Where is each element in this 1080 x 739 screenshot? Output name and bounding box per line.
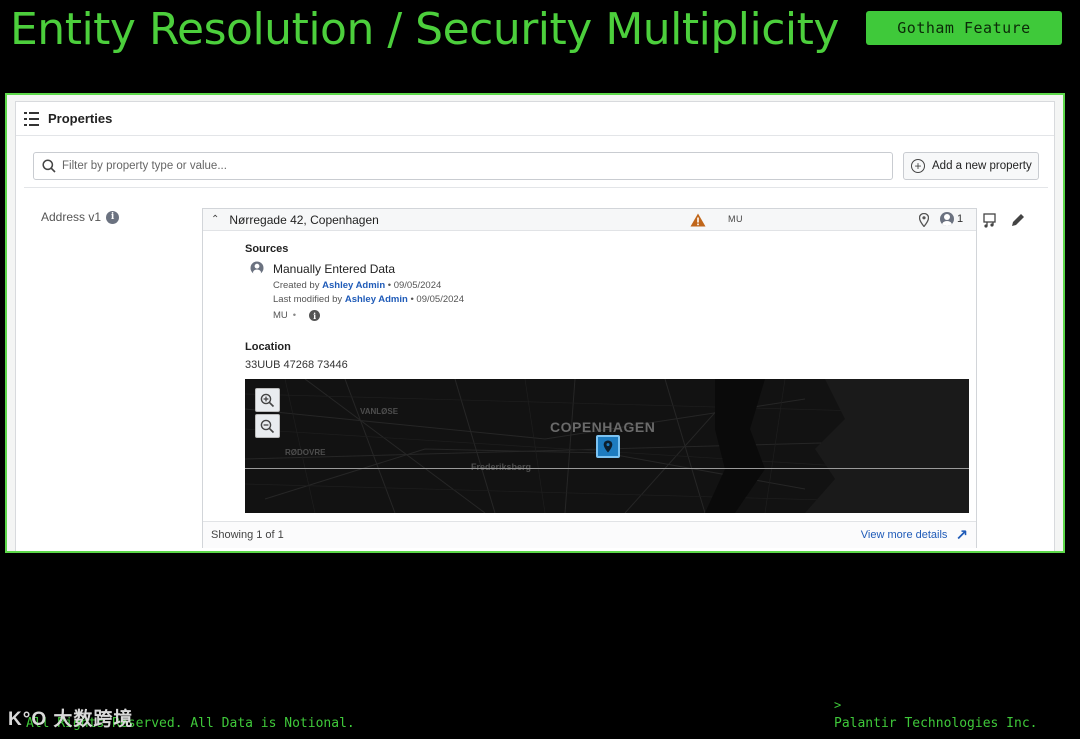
sources-count[interactable]: 1 — [940, 212, 963, 226]
screenshot-frame: Properties + Add a new property Address … — [5, 93, 1065, 553]
source-title: Manually Entered Data — [273, 262, 396, 276]
edit-pencil-icon[interactable] — [1010, 212, 1026, 228]
properties-title: Properties — [48, 111, 113, 126]
address-field-label: Address v1 i — [41, 210, 120, 224]
address-value: Nørregade 42, Copenhagen — [229, 212, 379, 227]
created-meta: Created by Ashley Admin • 09/05/2024 — [273, 280, 441, 291]
location-pin-icon[interactable] — [919, 213, 929, 227]
add-circle-icon: + — [911, 159, 925, 173]
warning-icon[interactable] — [690, 213, 706, 227]
property-filter-input[interactable] — [62, 160, 862, 172]
info-icon[interactable]: i — [309, 310, 321, 321]
address-card-header[interactable]: ⌃ Nørregade 42, Copenhagen MU 1 — [203, 209, 976, 231]
location-heading: Location — [245, 341, 291, 353]
map-marker[interactable] — [596, 435, 620, 458]
sources-count-value: 1 — [957, 213, 964, 225]
marking-separator: • — [292, 310, 297, 321]
properties-panel: Properties + Add a new property Address … — [15, 101, 1055, 551]
modified-by-link[interactable]: Ashley Admin — [345, 294, 408, 305]
footer-caret: > — [834, 698, 842, 712]
external-arrow-icon: ↗ — [955, 527, 968, 544]
add-property-button[interactable]: + Add a new property — [903, 152, 1039, 180]
map-label-frederiksberg: Frederiksberg — [471, 462, 532, 472]
created-prefix: Created by — [273, 280, 320, 291]
search-icon — [42, 159, 56, 173]
map-divider-line — [245, 468, 969, 469]
map-label-city: COPENHAGEN — [550, 419, 656, 435]
divider — [24, 187, 1048, 188]
gotham-feature-badge: Gotham Feature — [866, 11, 1062, 45]
info-icon[interactable]: i — [106, 210, 120, 224]
zoom-out-icon — [260, 419, 275, 433]
created-by-link[interactable]: Ashley Admin — [322, 280, 385, 291]
properties-header: Properties — [16, 102, 1054, 136]
map-pin-icon — [603, 440, 613, 453]
card-footer: Showing 1 of 1 View more details ↗ — [203, 521, 976, 548]
list-icon — [24, 111, 40, 126]
person-icon — [940, 212, 954, 226]
classification-marking: MU — [728, 214, 743, 224]
location-map[interactable]: VANLØSE RØDOVRE COPENHAGEN Frederiksberg — [245, 379, 969, 513]
compare-icon[interactable] — [982, 212, 998, 228]
address-label-text: Address v1 — [41, 210, 102, 224]
map-label-rodovre: RØDOVRE — [285, 448, 326, 457]
created-date: • 09/05/2024 — [387, 280, 442, 291]
footer-company: Palantir Technologies Inc. — [834, 716, 1038, 731]
watermark-logo: K°O 大数跨境 — [8, 709, 134, 730]
showing-count: Showing 1 of 1 — [211, 529, 284, 541]
add-property-label: Add a new property — [932, 160, 1032, 172]
slide-title: Entity Resolution / Security Multiplicit… — [10, 4, 839, 55]
modified-meta: Last modified by Ashley Admin • 09/05/20… — [273, 294, 464, 305]
source-marking-row: MU • i — [273, 310, 321, 321]
zoom-in-icon — [260, 393, 275, 407]
zoom-in-button[interactable] — [255, 388, 280, 412]
map-label-vanlose: VANLØSE — [360, 407, 399, 416]
chevron-up-icon[interactable]: ⌃ — [211, 214, 219, 225]
property-filter-field[interactable] — [33, 152, 893, 180]
view-more-details-link[interactable]: View more details ↗ — [861, 526, 968, 544]
zoom-out-button[interactable] — [255, 414, 280, 438]
person-icon — [250, 261, 264, 275]
view-more-label: View more details — [860, 529, 948, 541]
modified-prefix: Last modified by — [273, 294, 343, 305]
address-property-card: ⌃ Nørregade 42, Copenhagen MU 1 Sources — [202, 208, 977, 548]
modified-date: • 09/05/2024 — [410, 294, 464, 305]
sources-heading: Sources — [245, 243, 289, 255]
mgrs-coordinate: 33UUB 47268 73446 — [245, 359, 348, 371]
source-marking: MU — [273, 310, 288, 321]
